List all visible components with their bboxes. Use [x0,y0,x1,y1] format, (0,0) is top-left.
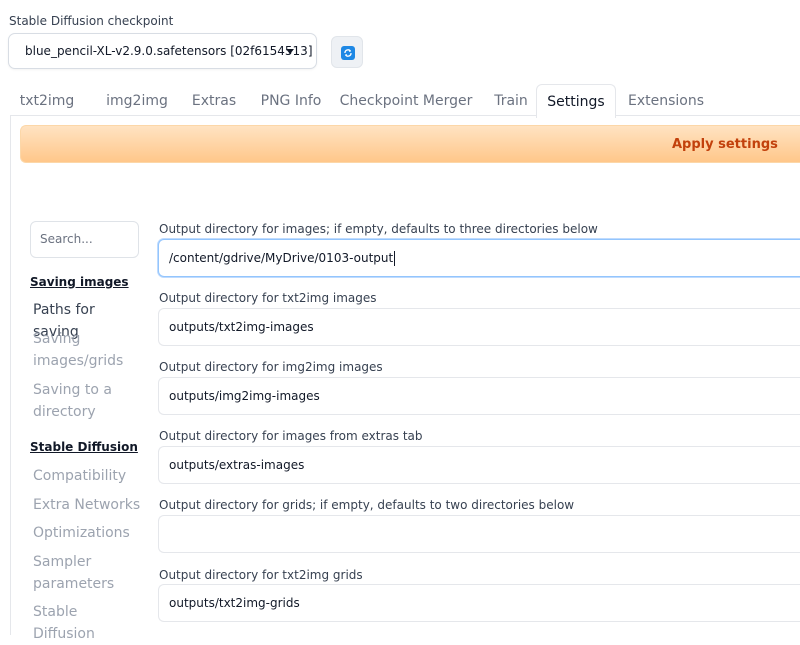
field-value: outputs/extras-images [169,458,305,472]
tab-extras[interactable]: Extras [180,84,248,116]
field-value: /content/gdrive/MyDrive/0103-output [169,251,394,265]
field-value: outputs/txt2img-images [169,320,314,334]
main-tabs: txt2img img2img Extras PNG Info Checkpoi… [8,84,800,118]
output-dir-images-input[interactable]: /content/gdrive/MyDrive/0103-output [158,239,800,277]
settings-panel [10,115,800,635]
tab-extensions[interactable]: Extensions [622,84,710,116]
text-cursor [394,251,396,266]
sidebar-item-extra-networks[interactable]: Extra Networks [33,494,143,516]
sidebar-item-optimizations[interactable]: Optimizations [33,522,143,544]
tab-train[interactable]: Train [480,84,542,116]
field-value: outputs/img2img-images [169,389,320,403]
tab-img2img[interactable]: img2img [96,84,178,116]
tab-txt2img[interactable]: txt2img [16,84,78,116]
checkpoint-dropdown[interactable]: blue_pencil-XL-v2.9.0.safetensors [02f61… [8,33,317,69]
settings-search-input[interactable]: Search... [30,221,139,258]
tab-checkpoint-merger[interactable]: Checkpoint Merger [334,84,478,116]
output-dir-txt2img-grids-input[interactable]: outputs/txt2img-grids [158,584,800,622]
checkpoint-label: Stable Diffusion checkpoint [9,14,174,28]
sidebar-item-saving-images-grids[interactable]: Saving images/grids [33,328,123,372]
search-placeholder: Search... [40,232,93,246]
refresh-icon [341,46,355,60]
chevron-down-icon [286,49,294,54]
output-dir-txt2img-input[interactable]: outputs/txt2img-images [158,308,800,346]
tab-settings[interactable]: Settings [536,84,616,118]
output-dir-grids-input[interactable] [158,515,800,553]
checkpoint-selected-value: blue_pencil-XL-v2.9.0.safetensors [02f61… [25,44,313,58]
output-dir-extras-input[interactable]: outputs/extras-images [158,446,800,484]
output-dir-img2img-input[interactable]: outputs/img2img-images [158,377,800,415]
field-label: Output directory for images; if empty, d… [159,222,598,236]
sidebar-category-saving-images[interactable]: Saving images [30,275,129,289]
sidebar-item-compatibility[interactable]: Compatibility [33,465,143,487]
field-label: Output directory for txt2img grids [159,568,363,582]
tab-png-info[interactable]: PNG Info [248,84,334,116]
field-value: outputs/txt2img-grids [169,596,300,610]
field-label: Output directory for img2img images [159,360,383,374]
refresh-checkpoints-button[interactable] [331,36,363,68]
sidebar-item-sampler-parameters[interactable]: Sampler parameters [33,551,123,595]
apply-settings-button[interactable]: Apply settings [20,125,800,163]
sidebar-item-stable-diffusion[interactable]: Stable Diffusion [33,601,143,645]
field-label: Output directory for txt2img images [159,291,377,305]
apply-settings-label: Apply settings [672,137,778,152]
sidebar-category-stable-diffusion[interactable]: Stable Diffusion [30,440,138,454]
field-label: Output directory for images from extras … [159,429,423,443]
sidebar-item-saving-to-directory[interactable]: Saving to a directory [33,379,123,423]
field-label: Output directory for grids; if empty, de… [159,498,575,512]
